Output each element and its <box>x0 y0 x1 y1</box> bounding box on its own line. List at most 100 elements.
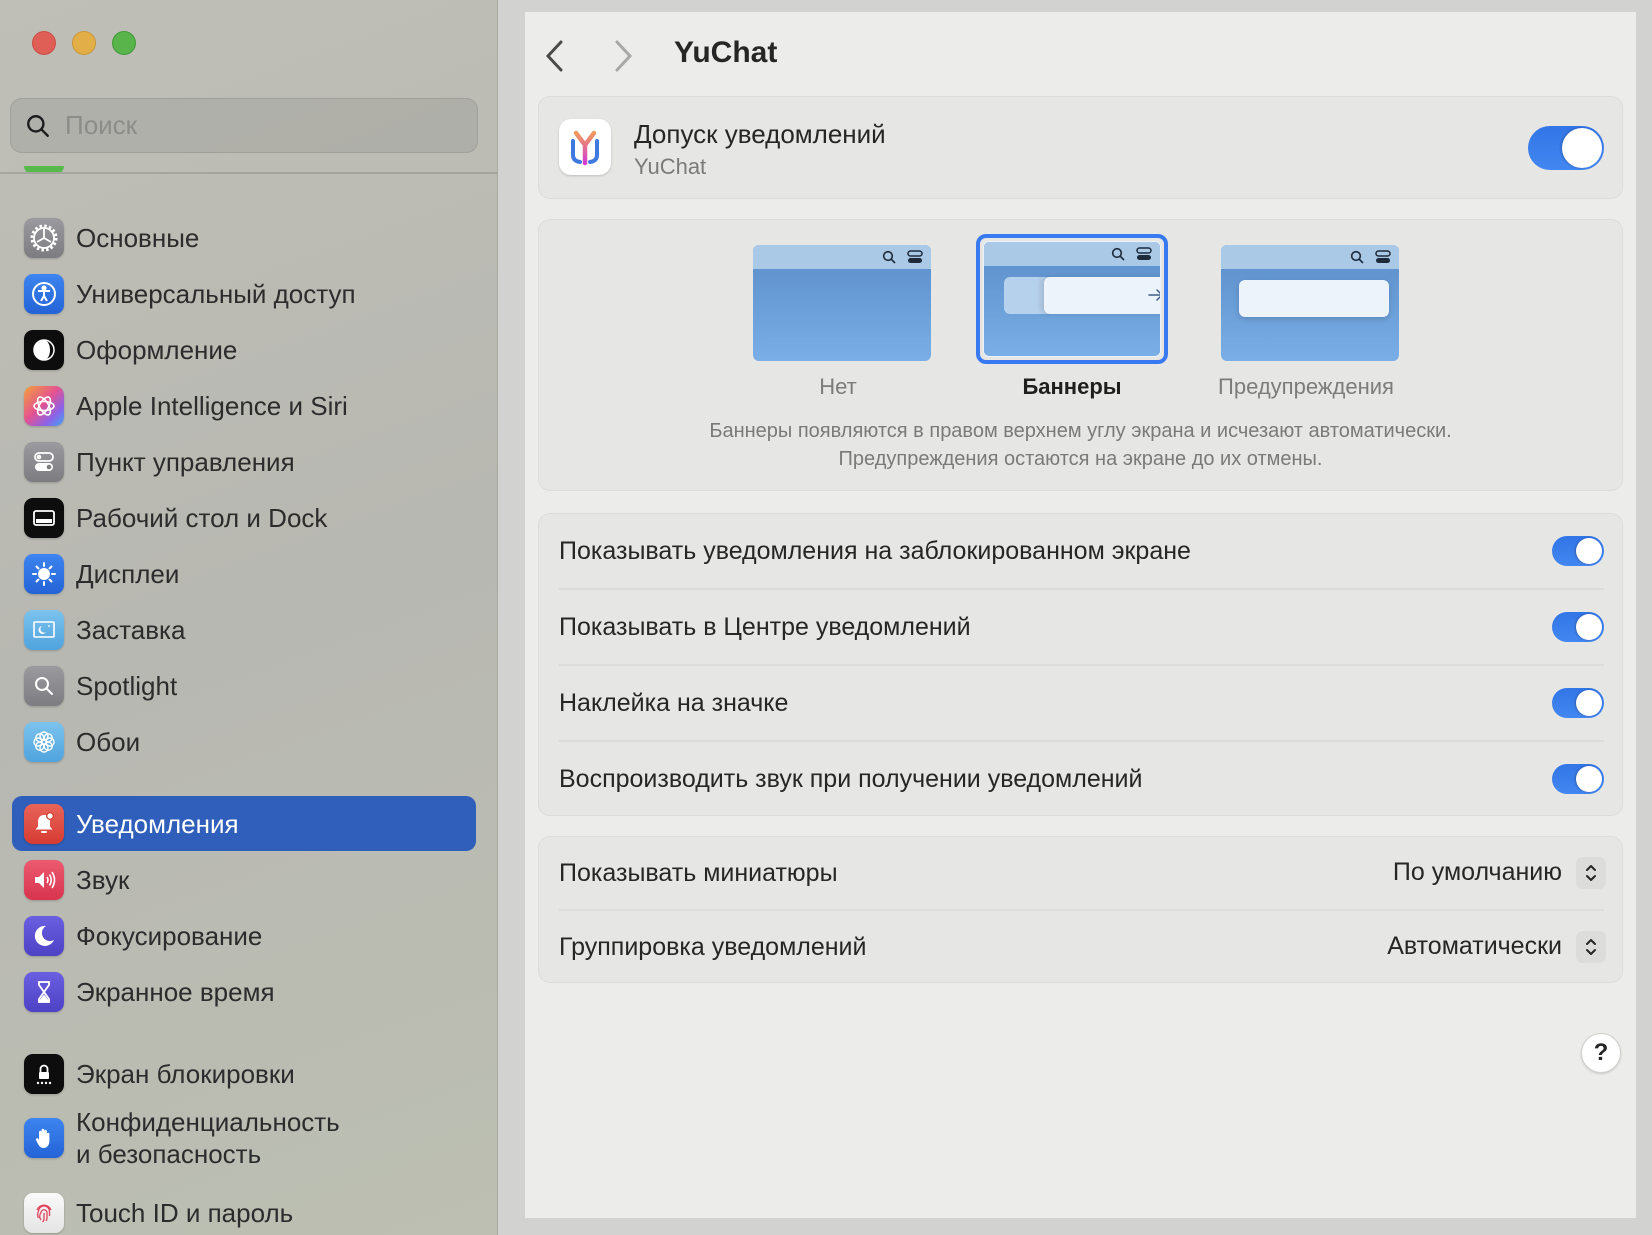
show-in-notification-center-toggle[interactable] <box>1552 612 1604 642</box>
sidebar-item-accessibility[interactable]: Универсальный доступ <box>12 266 476 321</box>
alert-style-card: Нет Баннеры Предупреждения Баннеры появл… <box>538 219 1623 491</box>
allow-notifications-card: Допуск уведомлений YuChat <box>538 96 1623 199</box>
show-previews-select[interactable] <box>1576 857 1606 889</box>
allow-notifications-subtitle: YuChat <box>634 154 707 179</box>
sidebar-item-label: Обои <box>76 726 141 757</box>
sidebar-item-label: Apple Intelligence и Siri <box>76 390 348 421</box>
zoom-window-button[interactable] <box>112 31 136 55</box>
sidebar-item-label: Оформление <box>76 334 238 365</box>
search-input[interactable] <box>65 110 445 141</box>
sidebar-item-sound[interactable]: Звук <box>12 852 476 907</box>
toggle-row-notification-center: Показывать в Центре уведомлений <box>559 590 1604 665</box>
sidebar-item-apple-intelligence[interactable]: Apple Intelligence и Siri <box>12 378 476 433</box>
lock-screen-icon <box>24 1053 64 1094</box>
toggle-label: Показывать в Центре уведомлений <box>559 613 971 641</box>
search-icon <box>1111 247 1125 261</box>
alert-style-alerts[interactable]: Предупреждения <box>1206 234 1406 400</box>
touch-id-icon <box>24 1192 64 1233</box>
description-line: Предупреждения остаются на экране до их … <box>838 448 1323 470</box>
sidebar-item-screensaver[interactable]: Заставка <box>12 602 476 657</box>
search-field[interactable] <box>10 98 478 153</box>
description-line: Баннеры появляются в правом верхнем углу… <box>709 420 1452 442</box>
alert-style-label: Нет <box>819 374 857 399</box>
displays-icon <box>24 553 64 594</box>
arrow-right-icon <box>1148 289 1160 301</box>
sidebar-item-appearance[interactable]: Оформление <box>12 322 476 377</box>
close-window-button[interactable] <box>32 31 56 55</box>
sidebar-item-screen-time[interactable]: Экранное время <box>12 964 476 1019</box>
up-down-chevron-icon <box>1586 939 1596 955</box>
alert-style-alerts-preview[interactable] <box>1210 234 1402 364</box>
control-center-icon <box>1136 247 1152 260</box>
forward-chevron-icon[interactable] <box>611 38 635 74</box>
sound-icon <box>24 859 64 900</box>
notifications-icon <box>24 803 64 844</box>
sidebar-item-label: Основные <box>76 222 200 253</box>
play-sound-toggle[interactable] <box>1552 764 1604 794</box>
sidebar-item-control-center[interactable]: Пункт управления <box>12 434 476 489</box>
alert-style-banners-preview[interactable] <box>976 234 1168 364</box>
allow-notifications-title: Допуск уведомлений <box>634 119 886 149</box>
select-label: Показывать миниатюры <box>559 859 838 887</box>
sidebar-item-focus[interactable]: Фокусирование <box>12 908 476 963</box>
sidebar-item-label: Заставка <box>76 614 186 645</box>
alert-style-banners[interactable]: Баннеры <box>972 234 1172 400</box>
wallpaper-icon <box>24 721 64 762</box>
preview-grouping-card: Показывать миниатюры По умолчанию Группи… <box>538 836 1623 983</box>
control-center-icon <box>907 250 923 263</box>
select-label: Группировка уведомлений <box>559 933 867 961</box>
alert-style-description: Баннеры появляются в правом верхнем углу… <box>539 417 1622 473</box>
sidebar: Основные Универсальный доступ Оформление… <box>0 0 498 1235</box>
sidebar-item-displays[interactable]: Дисплеи <box>12 546 476 601</box>
notification-grouping-select[interactable] <box>1576 931 1606 963</box>
toggle-row-badge: Наклейка на значке <box>559 666 1604 741</box>
sidebar-item-label: Spotlight <box>76 670 178 701</box>
alert-style-none-preview[interactable] <box>742 234 934 364</box>
up-down-chevron-icon <box>1586 865 1596 881</box>
sidebar-item-wallpaper[interactable]: Обои <box>12 714 476 769</box>
screen-time-icon <box>24 971 64 1012</box>
privacy-icon <box>24 1118 64 1158</box>
search-icon <box>1350 250 1364 264</box>
search-icon <box>882 250 896 264</box>
toggle-row-lock-screen: Показывать уведомления на заблокированно… <box>559 514 1604 589</box>
control-center-icon <box>24 441 64 482</box>
sidebar-item-touch-id[interactable]: Touch ID и пароль <box>12 1185 476 1235</box>
show-on-lock-screen-toggle[interactable] <box>1552 536 1604 566</box>
select-row-previews: Показывать миниатюры По умолчанию <box>559 837 1606 910</box>
screensaver-icon <box>24 609 64 650</box>
apple-intelligence-icon <box>24 385 64 426</box>
main-panel: YuChat Допуск уведомлений YuChat Нет Бан… <box>525 12 1636 1218</box>
sidebar-item-privacy-security[interactable]: Конфиденциальность и безопасность <box>12 1102 476 1174</box>
window-controls <box>32 31 136 55</box>
desktop-dock-icon <box>24 497 64 538</box>
select-row-grouping: Группировка уведомлений Автоматически <box>559 911 1606 984</box>
sidebar-item-label: Пункт управления <box>76 446 295 477</box>
help-button[interactable]: ? <box>1581 1033 1621 1073</box>
sidebar-item-spotlight[interactable]: Spotlight <box>12 658 476 713</box>
sidebar-item-label: Фокусирование <box>76 920 263 951</box>
back-chevron-icon[interactable] <box>543 38 567 74</box>
banner-sample <box>1044 277 1160 314</box>
toggle-row-sound: Воспроизводить звук при получении уведом… <box>559 742 1604 817</box>
sidebar-item-label: Рабочий стол и Dock <box>76 502 328 533</box>
sidebar-item-label: Универсальный доступ <box>76 278 356 309</box>
sidebar-item-general[interactable]: Основные <box>12 210 476 265</box>
sidebar-item-notifications[interactable]: Уведомления <box>12 796 476 851</box>
minimize-window-button[interactable] <box>72 31 96 55</box>
notification-grouping-value[interactable]: Автоматически <box>1387 932 1562 961</box>
yuchat-app-icon <box>559 119 611 175</box>
sidebar-item-label: Дисплеи <box>76 558 180 589</box>
toggle-label: Показывать уведомления на заблокированно… <box>559 537 1191 565</box>
page-title: YuChat <box>674 36 778 69</box>
sidebar-item-label: Экран блокировки <box>76 1058 295 1089</box>
sidebar-item-label: Уведомления <box>76 808 239 839</box>
badge-app-icon-toggle[interactable] <box>1552 688 1604 718</box>
alert-style-none[interactable]: Нет <box>738 234 938 400</box>
toggle-label: Воспроизводить звук при получении уведом… <box>559 765 1143 793</box>
show-previews-value[interactable]: По умолчанию <box>1393 858 1562 887</box>
allow-notifications-toggle[interactable] <box>1528 126 1604 170</box>
sidebar-item-lock-screen[interactable]: Экран блокировки <box>12 1046 476 1101</box>
sidebar-item-desktop-dock[interactable]: Рабочий стол и Dock <box>12 490 476 545</box>
sidebar-item-label: Touch ID и пароль <box>76 1197 294 1228</box>
